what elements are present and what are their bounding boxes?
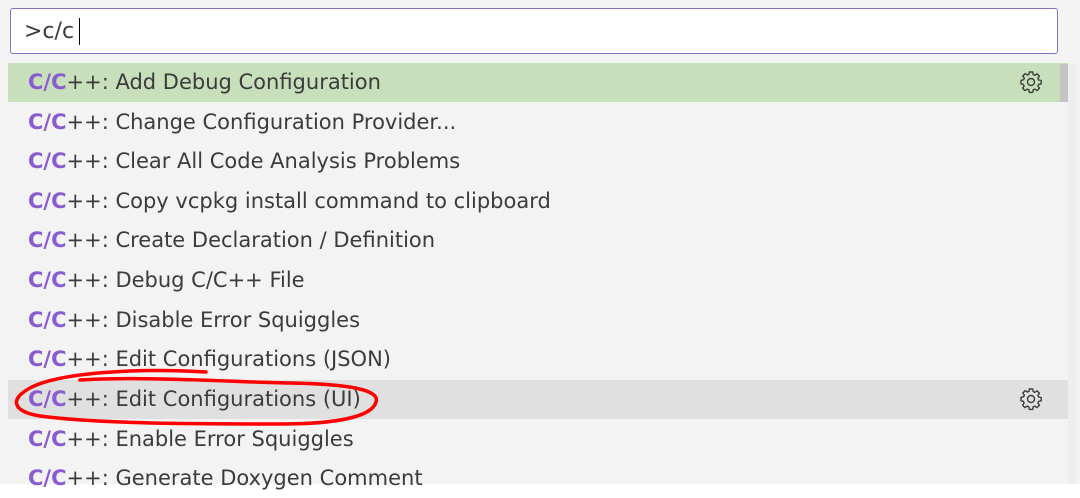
text-caret: [79, 18, 80, 45]
command-item-debug-file[interactable]: C/C++: Debug C/C++ File: [8, 261, 1068, 300]
command-item-generate-doxygen[interactable]: C/C++: Generate Doxygen Comment: [8, 459, 1068, 498]
command-item-enable-squiggles[interactable]: C/C++: Enable Error Squiggles: [8, 420, 1068, 459]
command-label: ++: Add Debug Configuration: [66, 70, 381, 94]
command-label: ++: Edit Configurations (UI): [66, 387, 361, 411]
gear-icon[interactable]: [1019, 70, 1043, 94]
command-item-change-configuration-provider[interactable]: C/C++: Change Configuration Provider...: [8, 103, 1068, 142]
match-highlight: C/C: [28, 110, 67, 134]
command-item-copy-vcpkg[interactable]: C/C++: Copy vcpkg install command to cli…: [8, 182, 1068, 221]
command-label: ++: Debug C/C++ File: [66, 268, 305, 292]
match-highlight: C/C: [28, 466, 67, 490]
command-item-clear-code-analysis[interactable]: C/C++: Clear All Code Analysis Problems: [8, 142, 1068, 181]
match-highlight: C/C: [28, 149, 67, 173]
match-highlight: C/C: [28, 308, 67, 332]
command-label: ++: Edit Configurations (JSON): [66, 347, 391, 371]
scrollbar-track[interactable]: [1068, 64, 1076, 484]
command-item-edit-configurations-ui[interactable]: C/C++: Edit Configurations (UI): [8, 380, 1068, 419]
match-highlight: C/C: [28, 189, 67, 213]
scrollbar-thumb[interactable]: [1060, 64, 1068, 102]
match-highlight: C/C: [28, 228, 67, 252]
command-label: ++: Copy vcpkg install command to clipbo…: [66, 189, 551, 213]
match-highlight: C/C: [28, 347, 67, 371]
match-highlight: C/C: [28, 268, 67, 292]
command-label: ++: Clear All Code Analysis Problems: [66, 149, 461, 173]
command-item-create-declaration[interactable]: C/C++: Create Declaration / Definition: [8, 221, 1068, 260]
command-label: ++: Enable Error Squiggles: [66, 427, 354, 451]
match-highlight: C/C: [28, 387, 67, 411]
command-label: ++: Create Declaration / Definition: [66, 228, 436, 252]
command-item-disable-squiggles[interactable]: C/C++: Disable Error Squiggles: [8, 301, 1068, 340]
command-input-box[interactable]: [10, 8, 1058, 54]
command-item-add-debug-configuration[interactable]: C/C++: Add Debug Configuration: [8, 63, 1068, 102]
match-highlight: C/C: [28, 427, 67, 451]
command-search-input[interactable]: [11, 9, 1057, 53]
command-label: ++: Change Configuration Provider...: [66, 110, 457, 134]
command-item-edit-configurations-json[interactable]: C/C++: Edit Configurations (JSON): [8, 340, 1068, 379]
gear-icon[interactable]: [1019, 387, 1043, 411]
match-highlight: C/C: [28, 70, 67, 94]
command-label: ++: Disable Error Squiggles: [66, 308, 361, 332]
command-label: ++: Generate Doxygen Comment: [66, 466, 423, 490]
command-palette: C/C++: Add Debug Configuration C/C++: Ch…: [0, 0, 1080, 490]
